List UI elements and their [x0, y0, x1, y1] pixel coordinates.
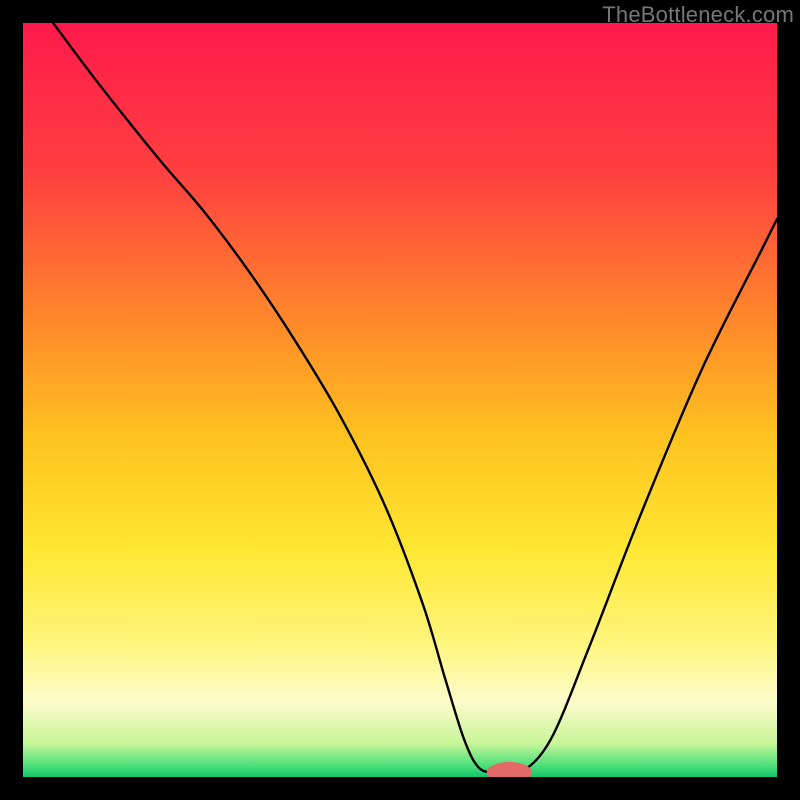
bottleneck-chart [23, 23, 777, 777]
chart-background [23, 23, 777, 777]
chart-frame: TheBottleneck.com [0, 0, 800, 800]
watermark-label: TheBottleneck.com [602, 2, 794, 28]
plot-area [23, 23, 777, 777]
